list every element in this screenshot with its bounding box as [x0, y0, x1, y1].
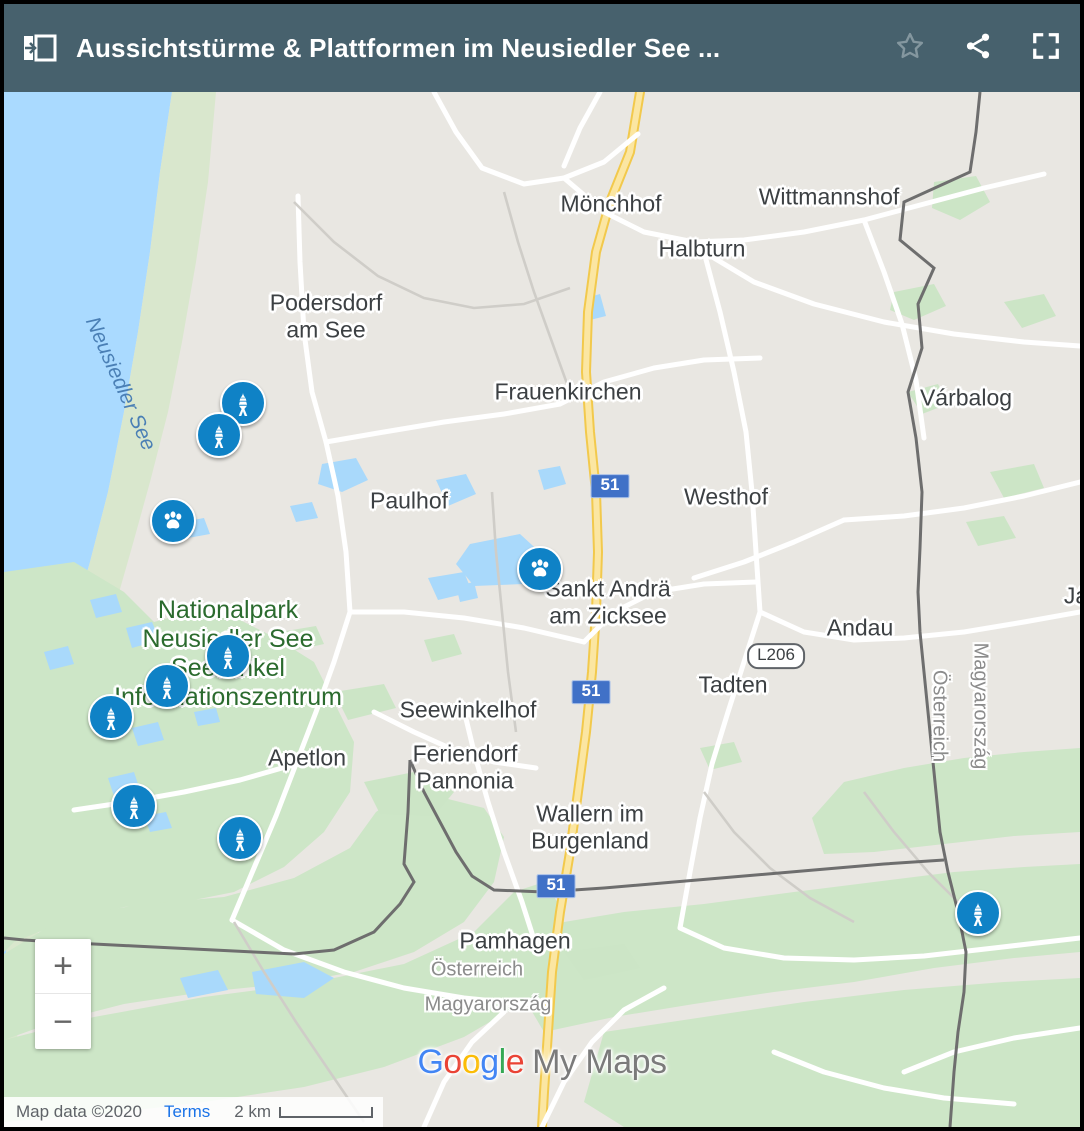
share-icon [963, 31, 993, 66]
paw-icon [160, 508, 186, 534]
tower-icon [154, 672, 180, 700]
star-button[interactable] [876, 4, 944, 92]
zoom-controls: + − [35, 939, 91, 1049]
attribution-bar: Map data ©2020 Terms 2 km [4, 1097, 384, 1127]
scale-bar [279, 1106, 374, 1118]
header-actions [876, 4, 1080, 92]
fullscreen-icon [1031, 31, 1061, 66]
page-title: Aussichtstürme & Plattformen im Neusiedl… [76, 32, 721, 63]
map-data-text: Map data ©2020 [16, 1102, 142, 1121]
basemap-graphics [4, 92, 1080, 1127]
map-canvas[interactable]: Mönchhof Wittmannshof Halbturn Podersdorf a… [4, 92, 1080, 1127]
map-marker-tower[interactable] [955, 890, 1001, 936]
map-marker-tower[interactable] [88, 694, 134, 740]
map-header: Aussichtstürme & Plattformen im Neusiedl… [4, 4, 1080, 92]
scale-label: 2 km [234, 1102, 272, 1121]
tower-icon [206, 421, 232, 449]
tower-icon [230, 389, 256, 417]
map-marker-tower[interactable] [144, 663, 190, 709]
zoom-out-button[interactable]: − [35, 994, 91, 1049]
my-maps-embed: Mönchhof Wittmannshof Halbturn Podersdorf a… [0, 0, 1084, 1131]
paw-icon [527, 556, 553, 582]
tower-icon [227, 824, 253, 852]
tower-icon [215, 642, 241, 670]
terms-link[interactable]: Terms [164, 1102, 210, 1122]
star-icon [895, 31, 925, 66]
tower-icon [98, 703, 124, 731]
zoom-in-button[interactable]: + [35, 939, 91, 994]
open-sidebar-icon [23, 32, 57, 64]
map-marker-tower[interactable] [196, 412, 242, 458]
map-marker-paw[interactable] [517, 546, 563, 592]
map-marker-tower[interactable] [111, 783, 157, 829]
map-marker-tower[interactable] [217, 815, 263, 861]
tower-icon [965, 899, 991, 927]
open-sidebar-button[interactable] [4, 4, 76, 92]
fullscreen-button[interactable] [1012, 4, 1080, 92]
map-marker-tower[interactable] [205, 633, 251, 679]
share-button[interactable] [944, 4, 1012, 92]
tower-icon [121, 792, 147, 820]
map-marker-paw[interactable] [150, 498, 196, 544]
